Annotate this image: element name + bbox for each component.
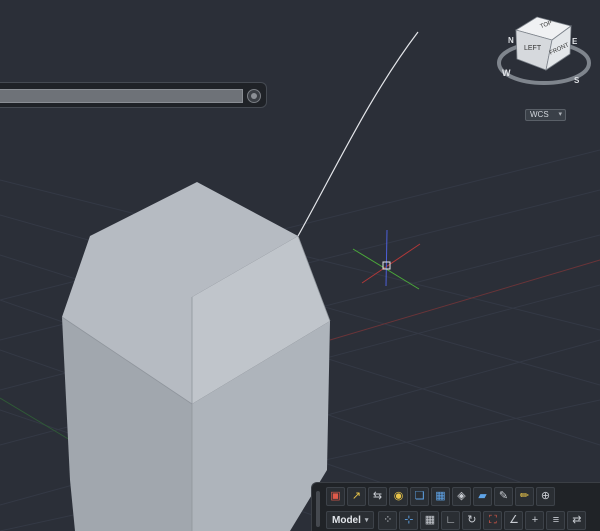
view-cube-icon: ❏: [414, 489, 425, 502]
layout-button[interactable]: ▣: [326, 486, 345, 506]
ucs-label: WCS: [530, 110, 549, 119]
drag-handle[interactable]: [316, 491, 320, 527]
pen-button[interactable]: ✎: [494, 486, 513, 506]
layers-icon: ◈: [457, 489, 466, 502]
polar-button[interactable]: ↻: [462, 510, 482, 530]
viewcube-left-label: LEFT: [524, 45, 542, 52]
command-input[interactable]: [0, 89, 243, 103]
plane-button[interactable]: ▰: [473, 486, 492, 506]
orbit-button[interactable]: ⇆: [368, 486, 387, 506]
grid-icon: ▦: [424, 513, 436, 526]
orbit-icon: ⇆: [372, 489, 383, 502]
snap-mode-icon: ⊹: [404, 513, 414, 526]
command-history-icon[interactable]: [247, 89, 261, 103]
ucs-dropdown[interactable]: WCS ▾: [525, 109, 566, 121]
grid-display-button[interactable]: ⁘: [378, 510, 398, 530]
plane-icon: ▰: [478, 489, 487, 502]
status-bar-row-bottom: Model ▾ ⁘ ⊹ ▦ ∟ ↻ ⛶ ∠ + ≡ ⇄: [326, 510, 588, 530]
pencil-icon: ✏: [519, 489, 530, 502]
snap-mode-button[interactable]: ⊹: [399, 510, 419, 530]
grid-display-icon: ⁘: [383, 513, 393, 526]
layout-icon: ▣: [330, 489, 341, 502]
viewcube[interactable]: TOP LEFT FRONT N E S W: [497, 16, 591, 85]
pen-icon: ✎: [498, 489, 509, 502]
ortho-icon: ∟: [445, 513, 457, 526]
chevron-down-icon: ▾: [364, 517, 369, 524]
command-line: [0, 82, 267, 108]
transparency-button[interactable]: ≡: [546, 510, 566, 530]
pencil-button[interactable]: ✏: [515, 486, 534, 506]
transparency-icon: ≡: [552, 513, 560, 526]
object-snap-icon: ⛶: [489, 513, 497, 526]
compass-south[interactable]: S: [574, 76, 580, 85]
polar-icon: ↻: [467, 513, 477, 526]
x-axis-line: [329, 259, 600, 341]
model-space-button[interactable]: Model ▾: [326, 511, 375, 529]
crosshair-cursor: [352, 229, 421, 290]
compass-north[interactable]: N: [508, 36, 514, 45]
3d-solid[interactable]: [61, 182, 331, 531]
visual-style-icon: ◉: [393, 489, 404, 502]
3d-viewport[interactable]: TOP LEFT FRONT N E S W: [0, 0, 600, 531]
y-axis-line: [0, 397, 71, 441]
ortho-button[interactable]: ∟: [441, 510, 461, 530]
model-label: Model: [332, 514, 361, 526]
navigation-button[interactable]: ⊕: [536, 486, 555, 506]
object-tracking-icon: ∠: [508, 513, 519, 526]
navigation-icon: ⊕: [540, 489, 551, 502]
layers-button[interactable]: ◈: [452, 486, 471, 506]
object-tracking-button[interactable]: ∠: [504, 510, 524, 530]
snap-draw-icon: ↗: [351, 489, 362, 502]
visual-style-button[interactable]: ◉: [389, 486, 408, 506]
view-cube-button[interactable]: ❏: [410, 486, 429, 506]
status-bar: ▣ ↗ ⇆ ◉ ❏ ▦ ◈ ▰ ✎ ✏ ⊕ Model ▾ ⁘ ⊹ ▦ ∟ ↻ ⛶ ∠ + ≡ ⇄: [311, 482, 600, 531]
lineweight-icon: +: [531, 513, 539, 526]
lineweight-button[interactable]: +: [525, 510, 545, 530]
snap-draw-button[interactable]: ↗: [347, 486, 366, 506]
status-bar-row-top: ▣ ↗ ⇆ ◉ ❏ ▦ ◈ ▰ ✎ ✏ ⊕: [326, 486, 557, 506]
selection-cycling-button[interactable]: ⇄: [567, 510, 587, 530]
grid-button[interactable]: ▦: [420, 510, 440, 530]
object-snap-button[interactable]: ⛶: [483, 510, 503, 530]
compass-west[interactable]: W: [502, 68, 511, 78]
grid-snap-icon: ▦: [435, 489, 446, 502]
selection-cycling-icon: ⇄: [572, 513, 582, 526]
compass-east[interactable]: E: [572, 37, 578, 46]
spline-curve[interactable]: [297, 31, 419, 237]
grid-snap-button[interactable]: ▦: [431, 486, 450, 506]
chevron-down-icon: ▾: [558, 111, 562, 118]
viewport-canvas[interactable]: TOP LEFT FRONT N E S W: [0, 0, 600, 531]
